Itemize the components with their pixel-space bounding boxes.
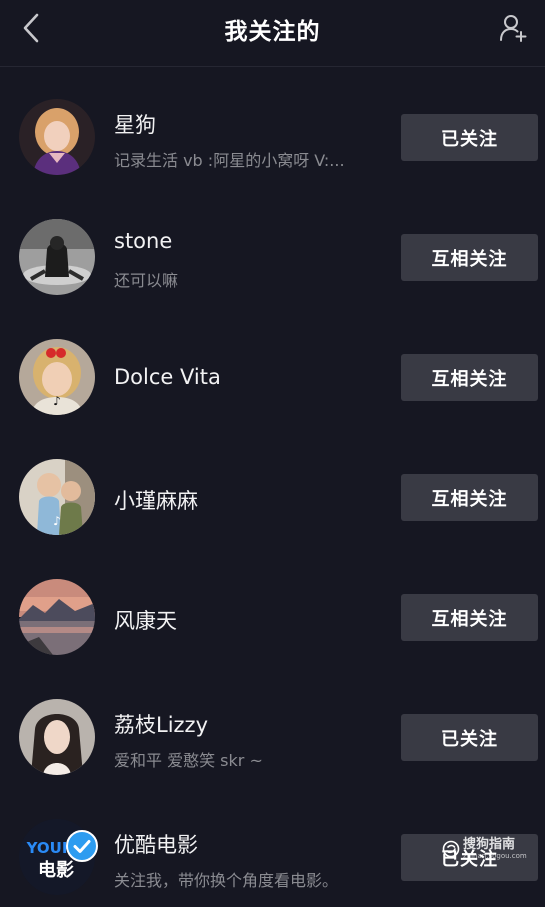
list-item[interactable]: 荔枝Lizzy 爱和平 爱憨笑 skr ~ 已关注 <box>0 667 545 787</box>
add-friend-button[interactable] <box>495 10 531 46</box>
user-name: Dolce Vita <box>114 365 221 389</box>
list-item[interactable]: 风康天 互相关注 <box>0 547 545 667</box>
mutual-follow-button[interactable]: 互相关注 <box>401 474 538 521</box>
page-title: 我关注的 <box>224 19 321 45</box>
mutual-follow-button[interactable]: 互相关注 <box>401 354 538 401</box>
avatar[interactable]: ♪ <box>19 339 95 415</box>
svg-text:♪: ♪ <box>53 394 61 408</box>
followed-button[interactable]: 已关注 <box>401 714 538 761</box>
watermark-text: 搜狗指南 <box>463 837 516 852</box>
user-name: 荔枝Lizzy <box>114 713 209 737</box>
user-signature: 爱和平 爱憨笑 skr ~ <box>114 751 263 770</box>
verified-badge-icon <box>66 830 98 862</box>
avatar[interactable]: ♪ <box>19 459 95 535</box>
list-item[interactable]: ♪ 小瑾麻麻 互相关注 <box>0 427 545 547</box>
sogou-logo-icon <box>442 840 460 858</box>
mutual-follow-button[interactable]: 互相关注 <box>401 234 538 281</box>
user-name: 小瑾麻麻 <box>114 489 198 513</box>
list-item[interactable]: 星狗 记录生活 vb :阿星的小窝呀 V:... 已关注 <box>0 67 545 187</box>
svg-text:♪: ♪ <box>53 514 61 528</box>
following-list: 星狗 记录生活 vb :阿星的小窝呀 V:... 已关注 stone 还可以嘛 … <box>0 67 545 907</box>
user-signature: 关注我，带你换个角度看电影。 <box>114 871 339 890</box>
list-item[interactable]: ♪ Dolce Vita 互相关注 <box>0 307 545 427</box>
watermark-subtext: zhinan.sogou.com <box>463 852 527 860</box>
avatar[interactable] <box>19 219 95 295</box>
youku-logo-subtext: 电影 <box>38 859 74 881</box>
user-name: 风康天 <box>114 609 177 633</box>
avatar[interactable] <box>19 699 95 775</box>
avatar[interactable] <box>19 99 95 175</box>
user-name: stone <box>114 229 173 253</box>
user-name: 优酷电影 <box>114 833 198 857</box>
user-name: 星狗 <box>114 113 156 137</box>
user-signature: 记录生活 vb :阿星的小窝呀 V:... <box>114 151 345 170</box>
top-bar: 我关注的 <box>0 0 545 67</box>
list-item[interactable]: stone 还可以嘛 互相关注 <box>0 187 545 307</box>
watermark: 搜狗指南 zhinan.sogou.com <box>442 838 527 860</box>
followed-button[interactable]: 已关注 <box>401 114 538 161</box>
user-signature: 还可以嘛 <box>114 271 179 290</box>
avatar[interactable] <box>19 579 95 655</box>
mutual-follow-button[interactable]: 互相关注 <box>401 594 538 641</box>
add-user-icon <box>500 15 527 42</box>
